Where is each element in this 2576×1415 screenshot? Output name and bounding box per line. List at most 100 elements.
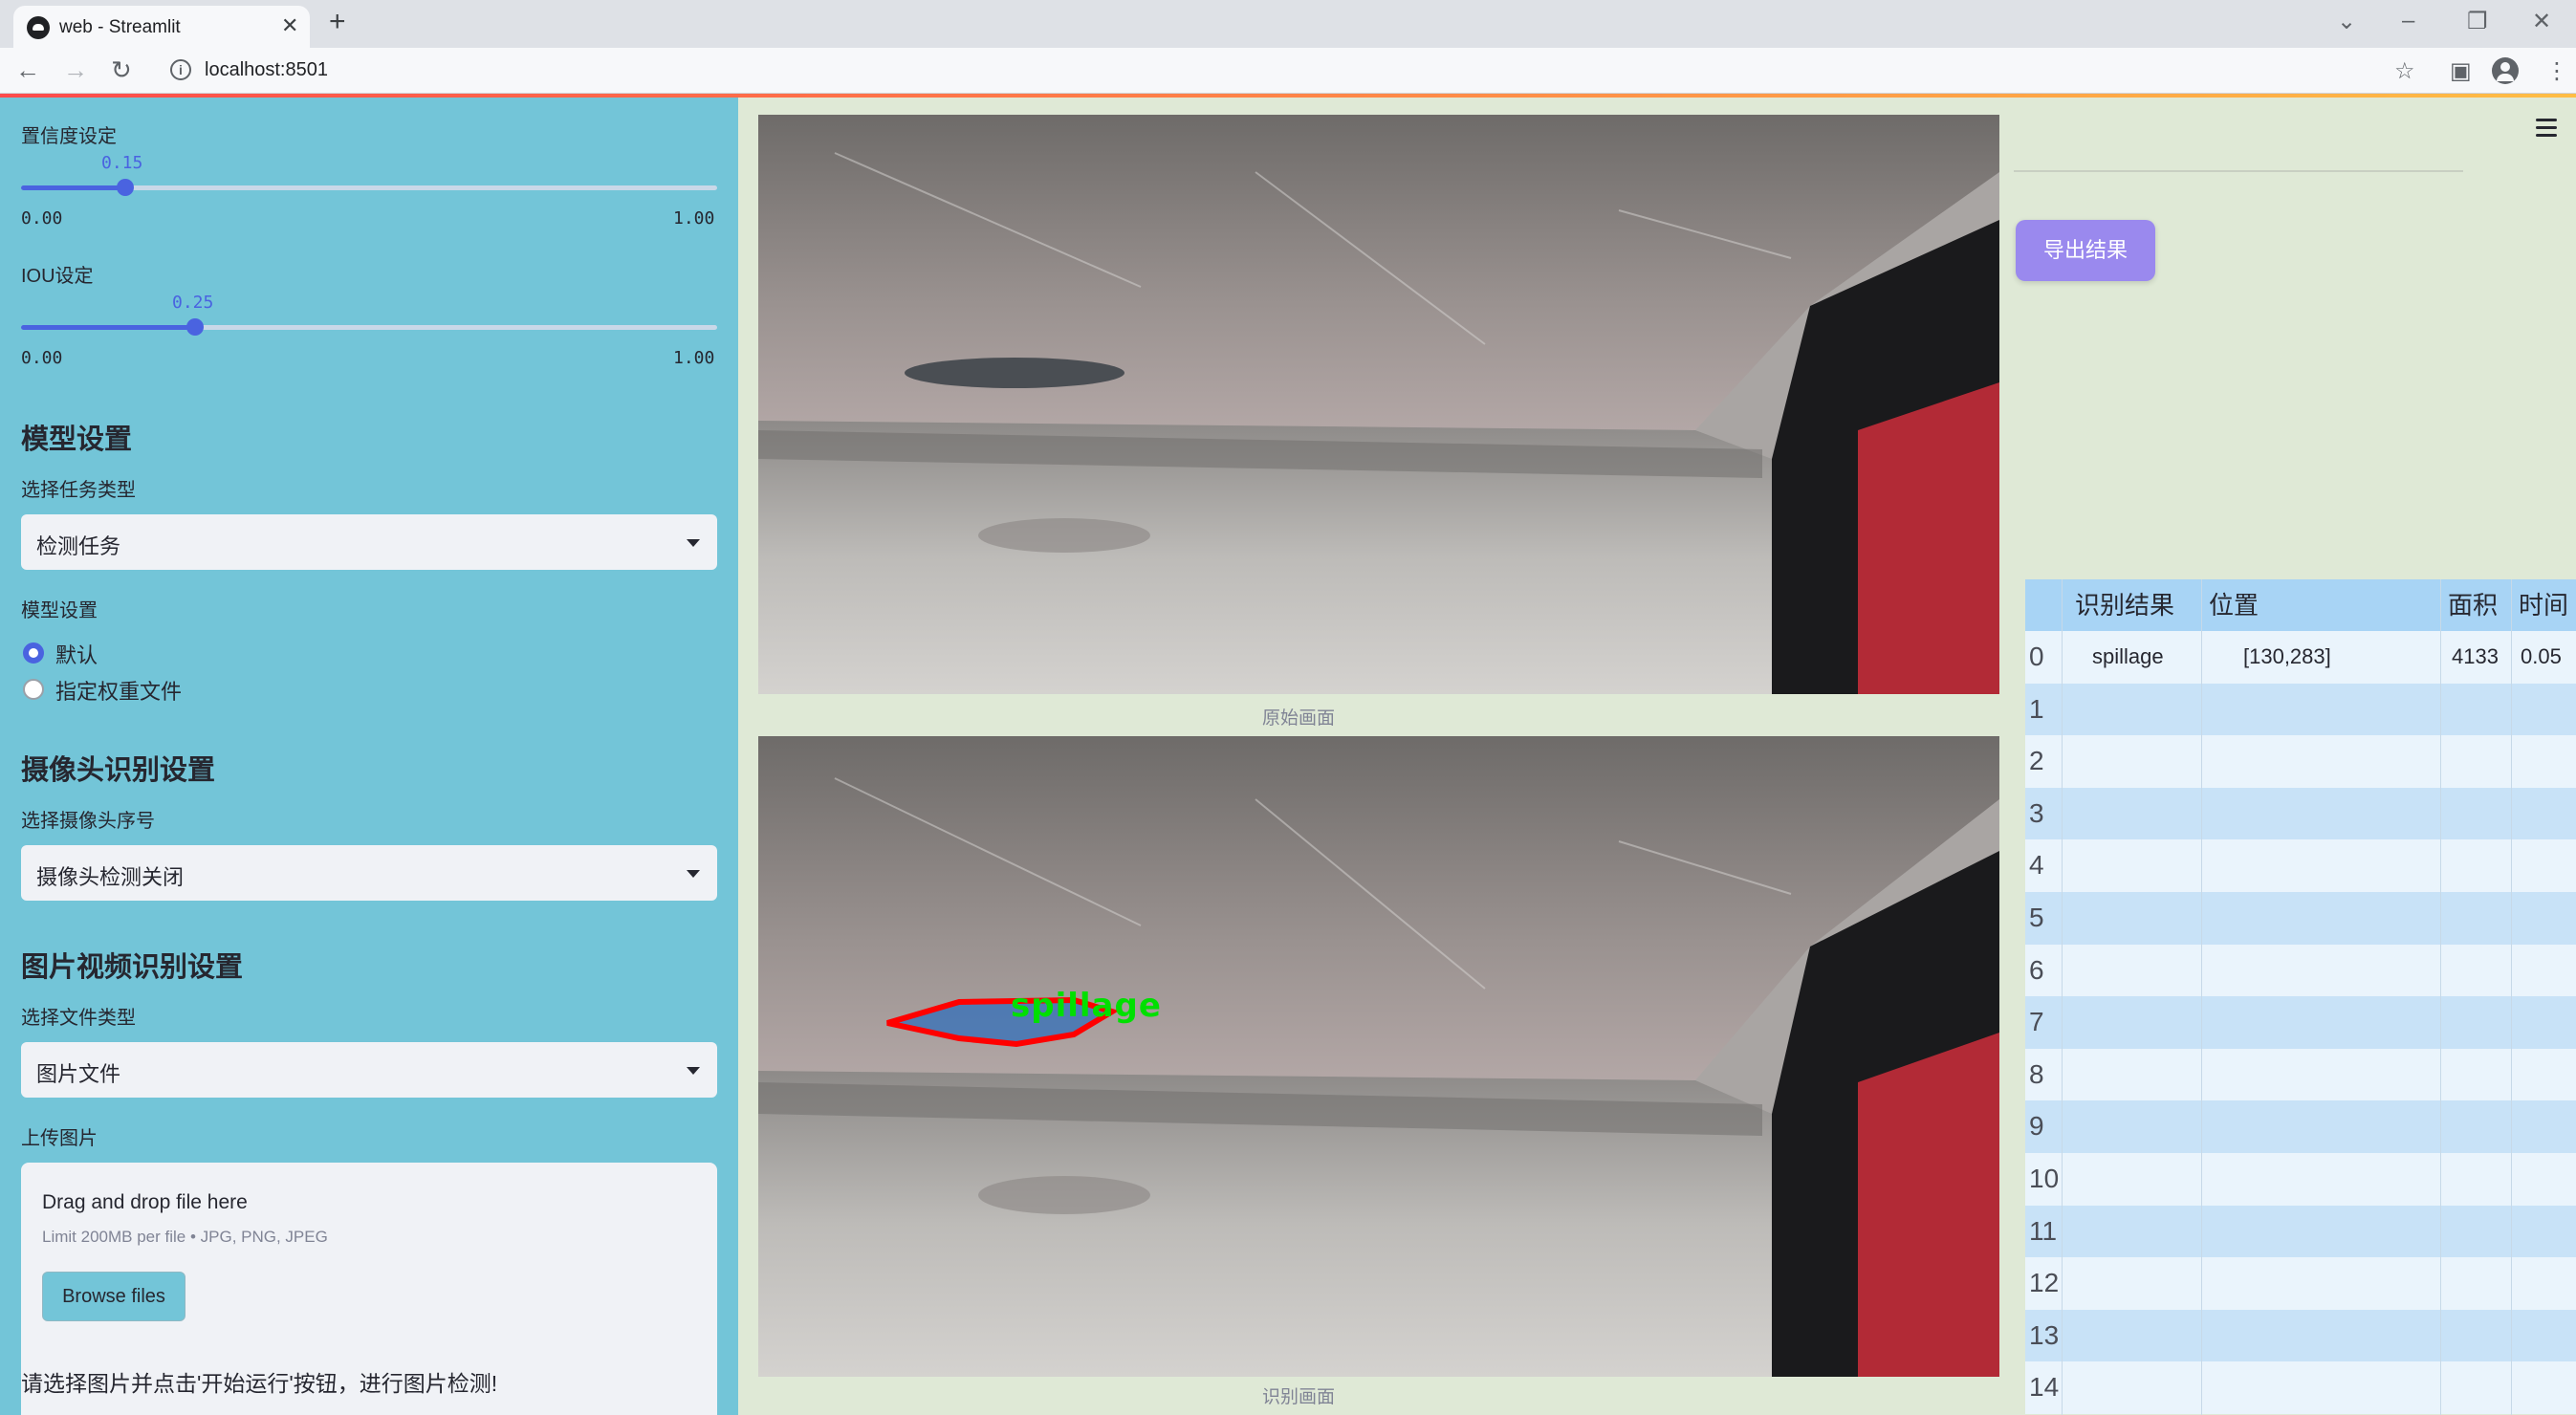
new-tab-icon[interactable]: + <box>329 6 346 38</box>
table-cell: 0.05 <box>2521 644 2562 668</box>
hamburger-menu-icon[interactable] <box>2536 119 2557 142</box>
address-toolbar: ← → ↻ i localhost:8501 ☆ ▣ ⋮ <box>0 48 2576 94</box>
row-index: 8 <box>2029 1058 2044 1089</box>
file-type-select[interactable]: 图片文件 <box>21 1042 717 1098</box>
iou-slider-handle[interactable] <box>186 318 204 336</box>
table-row[interactable]: 14 <box>2025 1361 2576 1414</box>
confidence-value: 0.15 <box>101 153 143 173</box>
restore-icon[interactable]: ❐ <box>2467 8 2488 35</box>
row-index: 11 <box>2029 1215 2058 1246</box>
minimize-icon[interactable]: – <box>2402 8 2414 34</box>
reload-icon[interactable]: ↻ <box>111 55 132 85</box>
model-section-title: 模型设置 <box>21 424 133 455</box>
table-row[interactable]: 3 <box>2025 787 2576 840</box>
row-index: 5 <box>2029 903 2044 932</box>
confidence-slider-handle[interactable] <box>117 179 134 196</box>
row-index: 3 <box>2029 797 2044 828</box>
table-row[interactable]: 12 <box>2025 1257 2576 1310</box>
browser-tab[interactable]: web - Streamlit ✕ <box>13 6 310 48</box>
iou-max: 1.00 <box>673 348 715 368</box>
table-cell: 4133 <box>2452 644 2499 668</box>
forward-arrow-icon[interactable]: → <box>63 55 88 85</box>
original-scene <box>758 115 1999 694</box>
iou-label: IOU设定 <box>21 266 94 287</box>
column-divider <box>2201 579 2202 1415</box>
model-label: 模型设置 <box>21 600 98 621</box>
back-arrow-icon[interactable]: ← <box>15 55 40 85</box>
row-index: 12 <box>2029 1268 2060 1298</box>
camera-index-label: 选择摄像头序号 <box>21 811 155 832</box>
radio-custom-weights-label[interactable]: 指定权重文件 <box>55 675 182 706</box>
column-header-position[interactable]: 位置 <box>2209 579 2259 631</box>
tab-search-chevron-icon[interactable]: ⌄ <box>2337 8 2356 35</box>
table-row[interactable]: 10 <box>2025 1153 2576 1206</box>
column-header-result[interactable]: 识别结果 <box>2075 579 2174 631</box>
row-index: 10 <box>2029 1164 2060 1193</box>
bookmark-star-icon[interactable]: ☆ <box>2394 57 2415 85</box>
original-caption: 原始画面 <box>1262 708 1336 729</box>
row-index: 4 <box>2029 850 2044 881</box>
column-divider <box>2440 579 2441 1415</box>
radio-default[interactable] <box>23 642 44 664</box>
column-header-time[interactable]: 时间 <box>2519 579 2568 631</box>
row-index: 1 <box>2029 693 2044 724</box>
tab-title: web - Streamlit <box>59 17 181 37</box>
divider <box>2014 170 2463 172</box>
row-index: 14 <box>2029 1372 2060 1403</box>
original-image <box>758 115 1999 694</box>
table-row[interactable]: 4 <box>2025 839 2576 892</box>
table-row[interactable]: 13 <box>2025 1309 2576 1362</box>
results-table: 识别结果 位置 面积 时间 0 spillage [130,283] 4133 0.05… <box>2025 579 2576 1415</box>
iou-slider[interactable] <box>21 318 717 336</box>
row-index: 0 <box>2029 642 2044 671</box>
result-scene <box>758 736 1999 1377</box>
table-header: 识别结果 位置 面积 时间 <box>2025 579 2576 631</box>
camera-index-select[interactable]: 摄像头检测关闭 <box>21 845 717 901</box>
table-row[interactable]: 2 <box>2025 735 2576 788</box>
confidence-min: 0.00 <box>21 208 63 229</box>
table-row[interactable]: 6 <box>2025 944 2576 997</box>
row-index: 13 <box>2029 1319 2060 1350</box>
table-cell: spillage <box>2092 644 2164 668</box>
address-bar[interactable]: i localhost:8501 <box>161 54 2389 88</box>
browser-menu-icon[interactable]: ⋮ <box>2545 57 2568 85</box>
row-index: 6 <box>2029 954 2044 985</box>
site-info-icon[interactable]: i <box>170 59 191 80</box>
dropzone-limit: Limit 200MB per file • JPG, PNG, JPEG <box>42 1228 328 1246</box>
confidence-slider[interactable] <box>21 179 717 196</box>
browser-tab-bar: web - Streamlit ✕ + ⌄ – ❐ ✕ <box>0 0 2576 48</box>
file-type-value: 图片文件 <box>36 1062 121 1086</box>
result-image: spillage <box>758 736 1999 1377</box>
media-section-title: 图片视频识别设置 <box>21 952 244 983</box>
iou-slider-fill <box>21 325 195 330</box>
profile-avatar-icon[interactable] <box>2492 57 2519 84</box>
export-results-button[interactable]: 导出结果 <box>2016 220 2155 281</box>
table-row[interactable]: 7 <box>2025 996 2576 1049</box>
row-index: 2 <box>2029 746 2044 776</box>
result-caption: 识别画面 <box>1262 1387 1336 1407</box>
task-type-value: 检测任务 <box>36 534 121 558</box>
table-row[interactable]: 0 spillage [130,283] 4133 0.05 <box>2025 631 2576 684</box>
table-row[interactable]: 8 <box>2025 1048 2576 1101</box>
window-close-icon[interactable]: ✕ <box>2532 8 2551 35</box>
camera-section-title: 摄像头识别设置 <box>21 755 216 786</box>
tab-close-icon[interactable]: ✕ <box>281 13 298 38</box>
task-type-select[interactable]: 检测任务 <box>21 514 717 570</box>
radio-custom-weights[interactable] <box>23 679 44 700</box>
row-index: 9 <box>2029 1111 2044 1142</box>
table-row[interactable]: 1 <box>2025 683 2576 736</box>
chevron-down-icon <box>687 870 700 878</box>
side-panel-icon[interactable]: ▣ <box>2450 57 2472 85</box>
iou-value: 0.25 <box>172 293 214 313</box>
browse-files-button[interactable]: Browse files <box>42 1272 186 1321</box>
table-row[interactable]: 9 <box>2025 1100 2576 1153</box>
url-text[interactable]: localhost:8501 <box>205 59 328 81</box>
iou-min: 0.00 <box>21 348 63 368</box>
table-row[interactable]: 11 <box>2025 1205 2576 1258</box>
chevron-down-icon <box>687 539 700 547</box>
table-row[interactable]: 5 <box>2025 892 2576 945</box>
instruction-text: 请选择图片并点击'开始运行'按钮，进行图片检测! <box>21 1371 498 1396</box>
column-header-area[interactable]: 面积 <box>2448 579 2498 631</box>
column-divider <box>2062 579 2063 1415</box>
radio-default-label[interactable]: 默认 <box>55 639 98 669</box>
